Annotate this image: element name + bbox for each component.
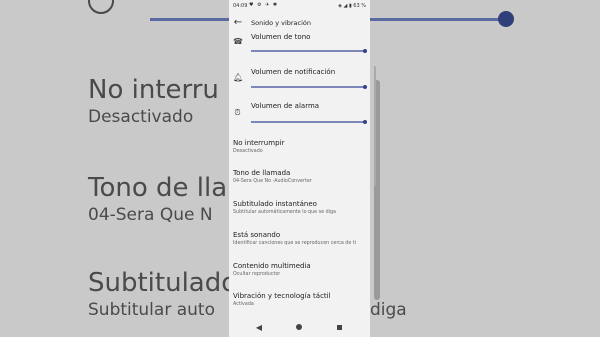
background-right-panel: diga [370,0,600,337]
volume-label: Volumen de notificación [251,68,336,76]
volume-slider-knob[interactable] [363,119,367,124]
arrow-back-icon[interactable]: ← [232,16,244,30]
app-bar: ← Sonido y vibración [229,14,370,34]
volume-row-alarm: ⏰︎ Volumen de alarma [229,100,370,130]
nav-back-icon[interactable]: ◀ [255,323,263,332]
setting-now-playing[interactable]: Está sonando Identificar canciones que s… [229,231,370,259]
status-time: 04:09 [233,3,248,9]
setting-title: Subtitulado instantáneo [233,200,317,208]
page-title: Sonido y vibración [251,19,312,27]
setting-vibration-haptics[interactable]: Vibración y tecnología táctil Activada [229,292,370,320]
background-ring-icon [88,0,114,14]
volume-slider-knob[interactable] [363,84,367,89]
background-subtext: 04-Sera Que N [88,205,213,225]
background-slider-track [370,18,505,21]
setting-title: No interrumpir [233,139,285,147]
setting-live-caption[interactable]: Subtitulado instantáneo Subtitular autom… [229,200,370,228]
status-notification-icons: ♥ ⚙ ✈ ✱ [249,2,279,8]
setting-do-not-disturb[interactable]: No interrumpir Desactivado [229,139,370,167]
setting-title: Tono de llamada [233,169,291,177]
volume-row-ringtone: ☎ Volumen de tono [229,32,370,62]
phone-screen: 04:09 ♥ ⚙ ✈ ✱ ◈ ◢ ▮ 63 % ← Sonido y vibr… [229,0,370,337]
volume-label: Volumen de tono [251,33,311,41]
volume-label: Volumen de alarma [251,102,320,110]
background-slider-track [150,18,229,21]
setting-ringtone[interactable]: Tono de llamada 04-Sera Que No -AudioCon… [229,169,370,197]
background-subtext: Desactivado [88,107,194,127]
setting-subtitle: Desactivado [233,149,263,154]
volume-slider-knob[interactable] [363,48,367,53]
setting-title: Está sonando [233,231,281,239]
status-bar: 04:09 ♥ ⚙ ✈ ✱ ◈ ◢ ▮ 63 % [229,0,370,12]
background-heading: Subtitulado [88,268,229,298]
setting-subtitle: Ocultar reproductor [233,272,281,277]
setting-subtitle: Activada [233,302,254,307]
scrollbar[interactable] [374,66,376,186]
setting-media[interactable]: Contenido multimedia Ocultar reproductor [229,262,370,290]
setting-title: Contenido multimedia [233,262,311,270]
background-heading: No interru [88,75,219,105]
alarm-clock-icon: ⏰︎ [234,108,241,117]
background-heading: Tono de lla [88,173,228,203]
background-left-panel: No interru Desactivado Tono de lla 04-Se… [0,0,229,337]
status-battery: ◈ ◢ ▮ 63 % [338,3,366,9]
nav-home-icon[interactable] [296,324,302,330]
bell-icon: 🔔︎ [233,73,244,82]
setting-subtitle: Subtitular automáticamente lo que se dig… [233,210,336,215]
volume-slider-notification[interactable] [251,86,365,88]
background-slider-knob [498,11,514,27]
setting-subtitle: Identificar canciones que se reproducen … [233,241,357,246]
background-subtext: diga [370,300,407,320]
volume-row-notification: 🔔︎ Volumen de notificación [229,66,370,96]
background-subtext: Subtitular auto [88,300,215,320]
volume-slider-ringtone[interactable] [251,50,365,52]
setting-subtitle: 04-Sera Que No -AudioConverter [233,179,312,184]
navigation-bar: ◀ [229,318,370,337]
ringtone-volume-icon: ☎ [233,37,243,46]
setting-title: Vibración y tecnología táctil [233,292,331,300]
nav-recents-icon[interactable] [337,324,342,330]
volume-slider-alarm[interactable] [251,121,365,123]
